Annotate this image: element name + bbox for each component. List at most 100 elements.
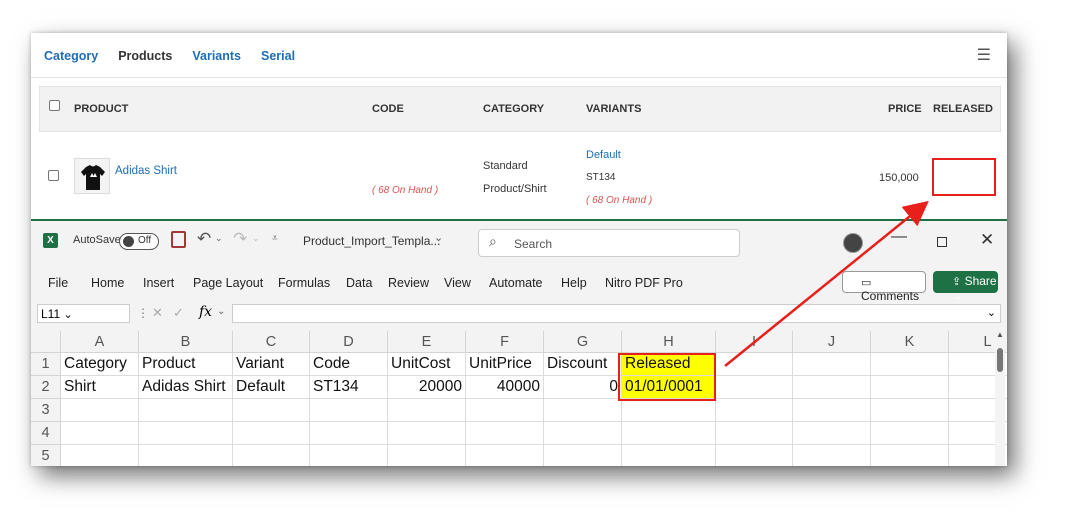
cell-f4[interactable] — [466, 422, 544, 445]
column-header-d[interactable]: D — [310, 331, 388, 353]
undo-dropdown-icon[interactable]: ⌄ — [215, 233, 223, 244]
column-header-h[interactable]: H — [622, 331, 716, 353]
cell-g2[interactable]: 0 — [544, 376, 622, 399]
column-header-g[interactable]: G — [544, 331, 622, 353]
row-header-2[interactable]: 2 — [31, 376, 61, 399]
menu-insert[interactable]: Insert — [143, 276, 174, 290]
formula-input[interactable]: ⌄ — [232, 304, 1001, 323]
cell-h3[interactable] — [622, 399, 716, 422]
row-header-1[interactable]: 1 — [31, 353, 61, 376]
scrollbar-thumb[interactable] — [997, 348, 1003, 372]
cell-e3[interactable] — [388, 399, 466, 422]
cell-c5[interactable] — [233, 445, 310, 466]
cell-c4[interactable] — [233, 422, 310, 445]
cell-c1[interactable]: Variant — [233, 353, 310, 376]
menu-formulas[interactable]: Formulas — [278, 276, 330, 290]
cell-f5[interactable] — [466, 445, 544, 466]
cell-g5[interactable] — [544, 445, 622, 466]
select-all-corner[interactable] — [31, 331, 61, 353]
cell-e1[interactable]: UnitCost — [388, 353, 466, 376]
more-options-icon[interactable]: ⋮ — [137, 306, 149, 320]
column-header-category[interactable]: CATEGORY — [483, 103, 544, 115]
tab-serial[interactable]: Serial — [261, 49, 295, 63]
column-header-variants[interactable]: VARIANTS — [586, 103, 641, 115]
cell-i1[interactable] — [716, 353, 793, 376]
column-header-code[interactable]: CODE — [372, 103, 404, 115]
menu-view[interactable]: View — [444, 276, 471, 290]
cell-h5[interactable] — [622, 445, 716, 466]
tab-products[interactable]: Products — [118, 49, 172, 63]
column-header-j[interactable]: J — [793, 331, 871, 353]
vertical-scrollbar[interactable]: ▲ — [995, 330, 1005, 466]
cell-b1[interactable]: Product — [139, 353, 233, 376]
scroll-up-icon[interactable]: ▲ — [996, 330, 1004, 339]
cell-j2[interactable] — [793, 376, 871, 399]
menu-data[interactable]: Data — [346, 276, 372, 290]
file-name[interactable]: Product_Import_Templa... — [303, 234, 440, 248]
cell-i5[interactable] — [716, 445, 793, 466]
cell-d3[interactable] — [310, 399, 388, 422]
maximize-icon[interactable] — [937, 237, 947, 247]
menu-help[interactable]: Help — [561, 276, 587, 290]
customize-toolbar-icon[interactable]: ⩡ — [272, 233, 278, 244]
row-header-4[interactable]: 4 — [31, 422, 61, 445]
cell-e4[interactable] — [388, 422, 466, 445]
cell-j3[interactable] — [793, 399, 871, 422]
cell-f2[interactable]: 40000 — [466, 376, 544, 399]
column-header-i[interactable]: I — [716, 331, 793, 353]
column-header-b[interactable]: B — [139, 331, 233, 353]
cell-b4[interactable] — [139, 422, 233, 445]
row-header-3[interactable]: 3 — [31, 399, 61, 422]
cell-c3[interactable] — [233, 399, 310, 422]
cell-d4[interactable] — [310, 422, 388, 445]
menu-review[interactable]: Review — [388, 276, 429, 290]
formula-expand-icon[interactable]: ⌄ — [987, 306, 996, 319]
cell-a2[interactable]: Shirt — [61, 376, 139, 399]
cell-e2[interactable]: 20000 — [388, 376, 466, 399]
cell-a1[interactable]: Category — [61, 353, 139, 376]
cell-j4[interactable] — [793, 422, 871, 445]
cell-k3[interactable] — [871, 399, 949, 422]
cell-d5[interactable] — [310, 445, 388, 466]
cell-a5[interactable] — [61, 445, 139, 466]
cell-k2[interactable] — [871, 376, 949, 399]
cell-b3[interactable] — [139, 399, 233, 422]
cell-h4[interactable] — [622, 422, 716, 445]
minimize-icon[interactable]: — — [891, 228, 907, 246]
cell-c2[interactable]: Default — [233, 376, 310, 399]
menu-nitro-pdf-pro[interactable]: Nitro PDF Pro — [605, 276, 683, 290]
cell-f1[interactable]: UnitPrice — [466, 353, 544, 376]
column-header-product[interactable]: PRODUCT — [74, 103, 128, 115]
cell-k1[interactable] — [871, 353, 949, 376]
select-all-checkbox[interactable] — [49, 100, 60, 111]
variant-link[interactable]: Default — [586, 149, 621, 161]
function-icon[interactable]: fx — [199, 304, 212, 320]
cell-i4[interactable] — [716, 422, 793, 445]
enter-icon[interactable]: ✓ — [173, 305, 184, 321]
cell-d2[interactable]: ST134 — [310, 376, 388, 399]
cell-k4[interactable] — [871, 422, 949, 445]
menu-page-layout[interactable]: Page Layout — [193, 276, 263, 290]
menu-automate[interactable]: Automate — [489, 276, 543, 290]
comments-button[interactable]: ▭ Comments — [842, 271, 926, 303]
filename-chevron-icon[interactable]: ⌄ — [434, 231, 443, 244]
tab-category[interactable]: Category — [44, 49, 98, 63]
cell-i3[interactable] — [716, 399, 793, 422]
cell-b2[interactable]: Adidas Shirt — [139, 376, 233, 399]
redo-dropdown-icon[interactable]: ⌄ — [252, 233, 260, 244]
undo-icon[interactable]: ↶ — [197, 229, 211, 249]
redo-icon[interactable]: ↷ — [233, 229, 247, 249]
column-header-e[interactable]: E — [388, 331, 466, 353]
row-checkbox[interactable] — [48, 170, 59, 181]
product-name-link[interactable]: Adidas Shirt — [115, 165, 177, 177]
column-header-k[interactable]: K — [871, 331, 949, 353]
cell-a4[interactable] — [61, 422, 139, 445]
cell-j5[interactable] — [793, 445, 871, 466]
autosave-toggle[interactable]: Off — [119, 233, 159, 250]
column-header-price[interactable]: PRICE — [888, 103, 922, 115]
cell-i2[interactable] — [716, 376, 793, 399]
tab-variants[interactable]: Variants — [192, 49, 241, 63]
cell-j1[interactable] — [793, 353, 871, 376]
name-box[interactable]: L11 ⌄ — [37, 304, 130, 323]
cell-g4[interactable] — [544, 422, 622, 445]
